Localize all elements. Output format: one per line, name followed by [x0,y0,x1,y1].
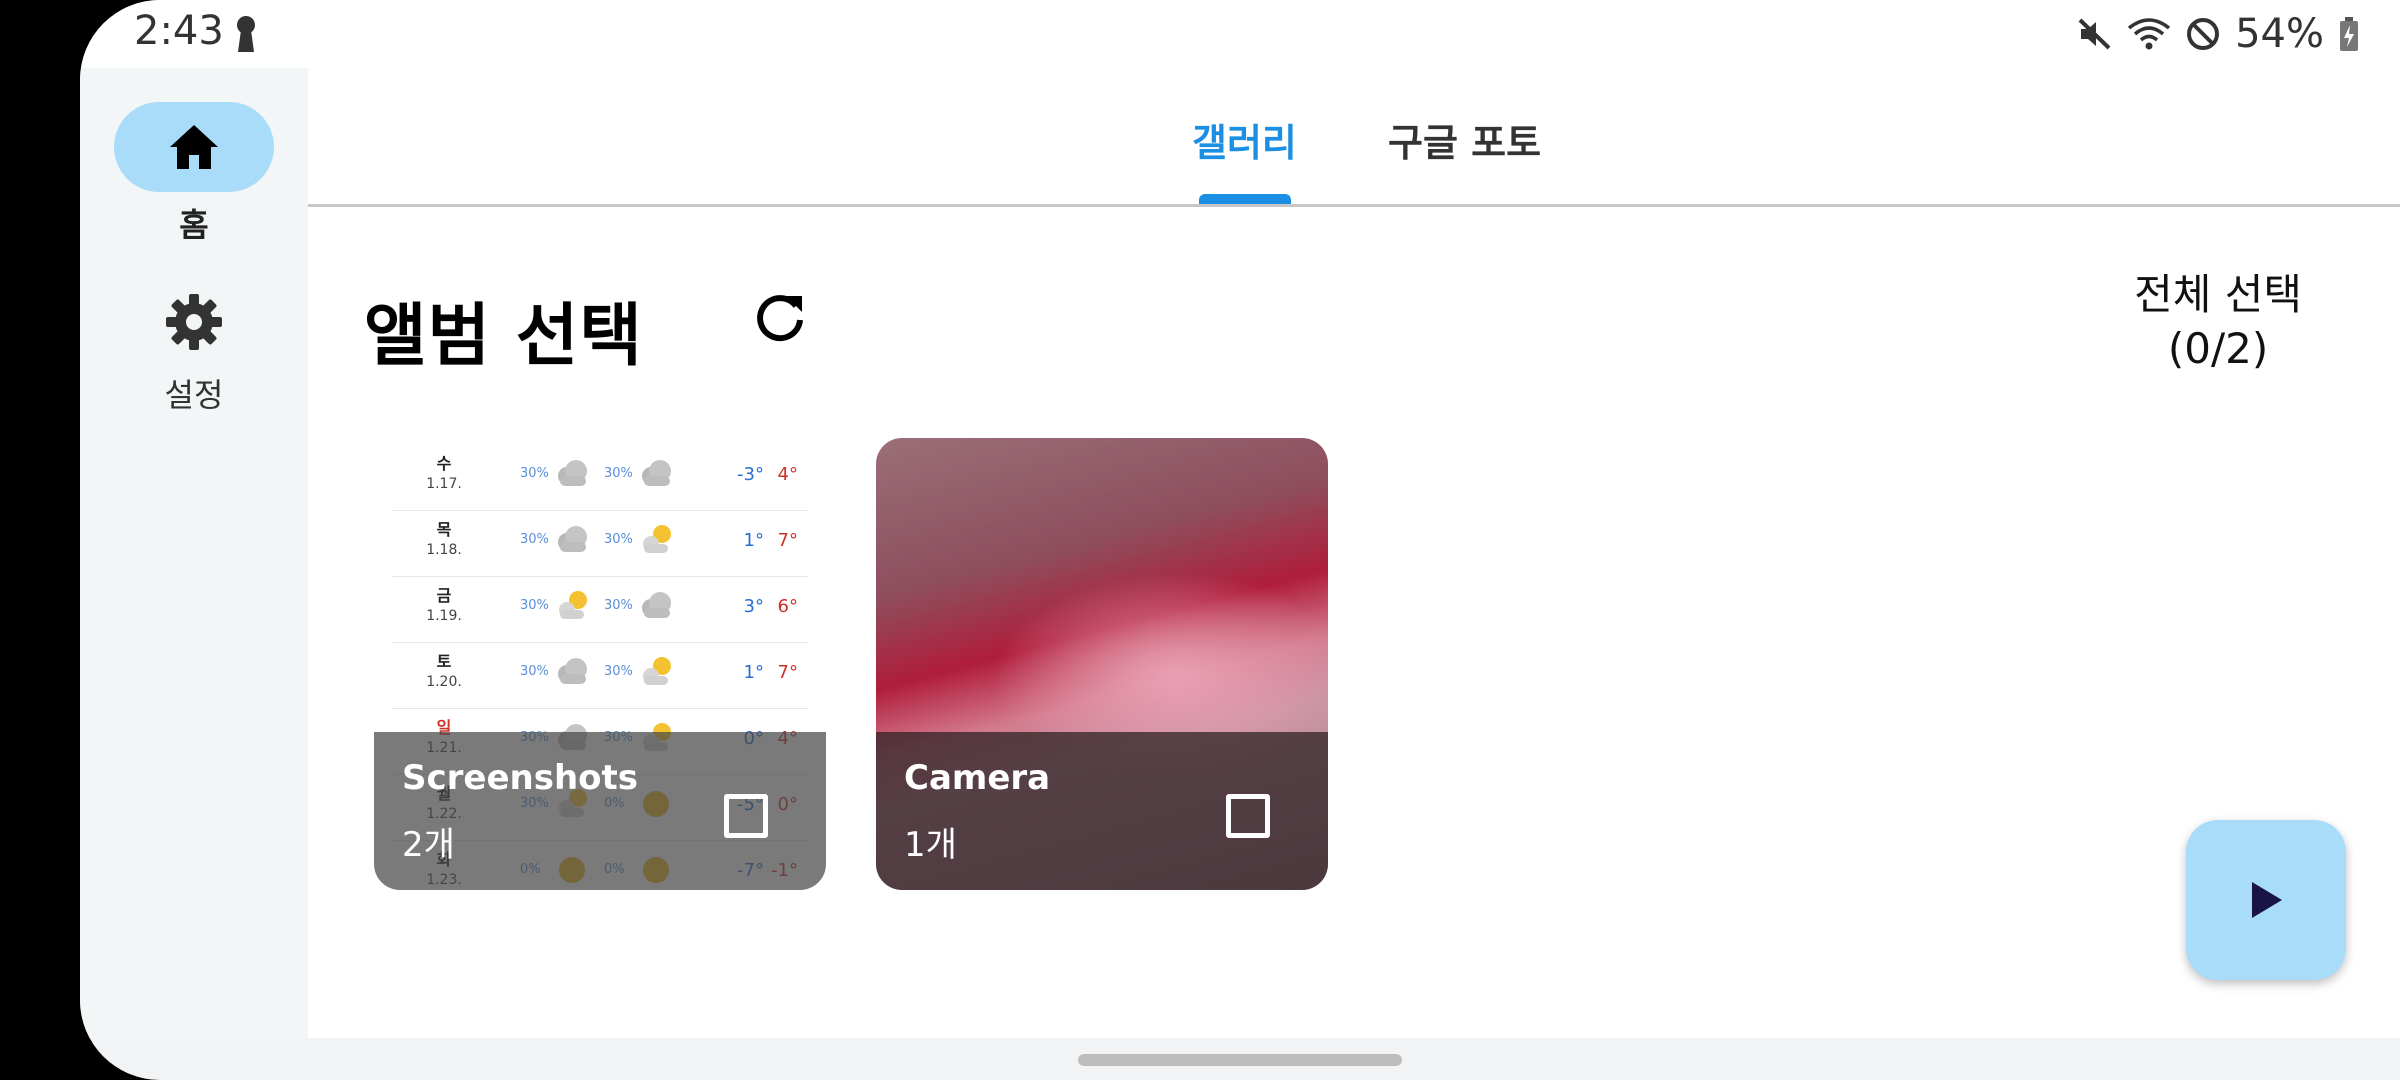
tab-bar: 갤러리 구글 포토 [308,68,2400,207]
album-card-screenshots[interactable]: 수 1.17. 30% 30% -3° 4° 목 1.18. 30% 30% 1° 7° 금 1.19. 3… [374,438,826,890]
gear-icon [166,294,222,350]
album-checkbox[interactable] [1226,794,1270,838]
weather-day-name: 수 [436,454,452,473]
side-navigation: 홈 설정 [80,68,308,1038]
weather-day: 수 1.17. [414,454,474,494]
album-name: Screenshots [402,758,639,798]
rain-chance-pm: 30% [604,466,633,481]
rain-chance-pm: 30% [604,598,633,613]
album-checkbox[interactable] [724,794,768,838]
weather-pm-icon [636,454,676,494]
temp-high: 7° [777,662,798,683]
gesture-bar[interactable] [1078,1054,1402,1066]
home-icon [170,125,218,169]
settings-icon-wrap [114,282,274,362]
battery-percent: 54% [2235,11,2324,57]
weather-am-icon [552,520,592,560]
app-screen: 2:43 54% 홈 설정 갤러리 구글 포토 앨범 선택 전체 선택 (0/2… [80,0,2400,1080]
weather-pm-icon [636,586,676,626]
temp-high: 7° [777,530,798,551]
weather-day-name: 금 [436,586,452,605]
weather-pm-icon [636,652,676,692]
rain-chance-am: 30% [520,664,549,679]
battery-icon [2340,17,2358,51]
tab-google-photos[interactable]: 구글 포토 [1388,112,1541,167]
weather-row: 수 1.17. 30% 30% -3° 4° [392,444,808,511]
weather-date: 1.19. [426,608,462,624]
weather-date: 1.17. [426,476,462,492]
rain-chance-am: 30% [520,598,549,613]
album-name: Camera [904,758,1051,798]
start-button[interactable] [2186,820,2346,980]
status-bar: 2:43 54% [80,0,2400,68]
temp-high: 6° [777,596,798,617]
weather-day: 목 1.18. [414,520,474,560]
temp-low: -3° [737,464,764,485]
select-all-count: (0/2) [2167,324,2269,373]
sidebar-item-label: 홈 [179,206,209,244]
weather-am-icon [552,454,592,494]
weather-day-name: 목 [436,520,452,539]
weather-pm-icon [636,520,676,560]
select-all-button[interactable]: 전체 선택 (0/2) [2134,268,2302,376]
select-all-label: 전체 선택 [2134,270,2302,319]
active-tab-indicator [1199,194,1291,204]
temp-low: 1° [743,530,764,551]
rain-chance-am: 30% [520,532,549,547]
weather-row: 금 1.19. 30% 30% 3° 6° [392,576,808,643]
temp-low: 3° [743,596,764,617]
play-icon [2252,882,2282,918]
temp-high: 4° [777,464,798,485]
refresh-icon[interactable] [752,290,808,346]
rain-chance-pm: 30% [604,664,633,679]
sidebar-item-settings[interactable]: 설정 [80,282,308,416]
weather-am-icon [552,586,592,626]
weather-row: 토 1.20. 30% 30% 1° 7° [392,642,808,709]
sidebar-item-home[interactable]: 홈 [80,102,308,246]
weather-date: 1.18. [426,542,462,558]
wifi-icon [2128,18,2171,50]
weather-row: 목 1.18. 30% 30% 1° 7° [392,510,808,577]
main-content: 갤러리 구글 포토 앨범 선택 전체 선택 (0/2) 수 1.17. 30% 30%… [308,68,2400,1038]
weather-am-icon [552,652,592,692]
album-count: 1개 [904,825,957,865]
status-time: 2:43 [134,8,224,54]
mute-icon [2078,18,2111,50]
keyhole-icon [237,16,255,52]
page-title: 앨범 선택 [364,297,643,376]
weather-date: 1.20. [426,674,462,690]
album-card-camera[interactable]: Camera 1개 [876,438,1328,890]
rain-chance-pm: 30% [604,532,633,547]
weather-day: 토 1.20. [414,652,474,692]
album-count: 2개 [402,825,455,865]
do-not-disturb-icon [2187,18,2220,50]
tab-gallery[interactable]: 갤러리 [1192,112,1297,167]
weather-day-name: 토 [436,652,452,671]
sidebar-item-label: 설정 [164,376,224,414]
rain-chance-am: 30% [520,466,549,481]
temp-low: 1° [743,662,764,683]
weather-day: 금 1.19. [414,586,474,626]
status-icons: 54% [2077,8,2360,60]
home-pill[interactable] [114,102,274,192]
